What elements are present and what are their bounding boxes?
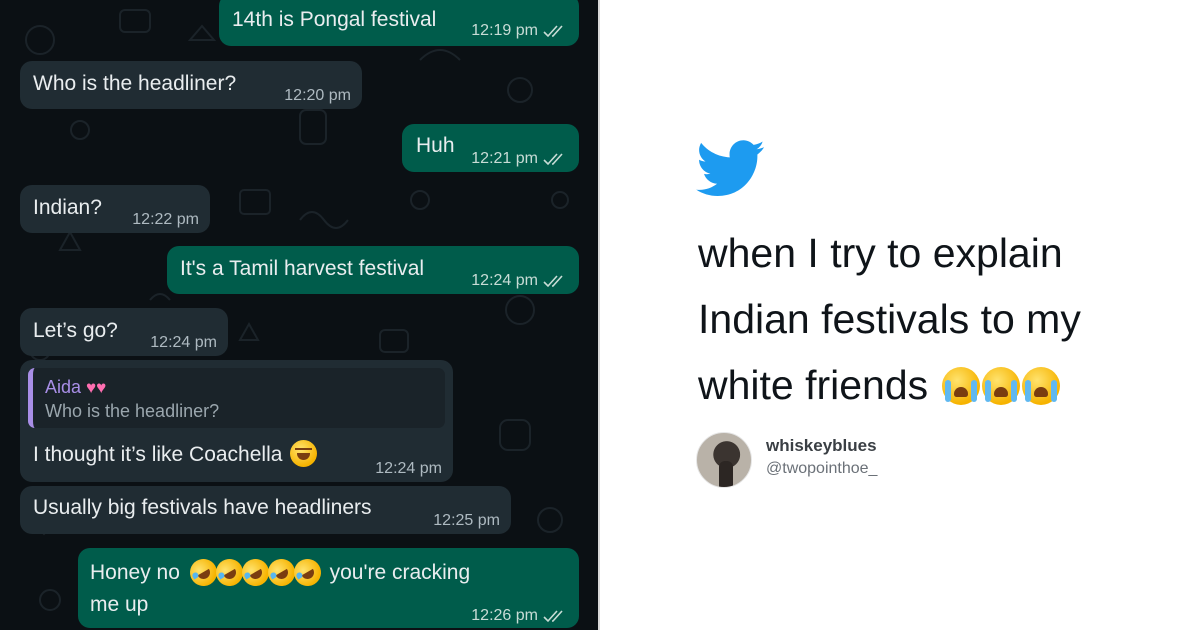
message-text: It's a Tamil harvest festival (180, 257, 425, 280)
message-time: 12:22 pm (132, 211, 199, 228)
message-outgoing[interactable]: It's a Tamil harvest festival 12:24 pm (167, 246, 579, 294)
laughing-tears-emoji-icon (290, 440, 318, 467)
message-text: Who is the headliner? (33, 72, 237, 95)
message-meta: 12:25 pm (433, 508, 500, 534)
message-outgoing[interactable]: 14th is Pongal festival 12:19 pm (219, 0, 579, 46)
message-incoming[interactable]: Who is the headliner? 12:20 pm (20, 61, 362, 109)
tweet-panel: when I try to explain Indian festivals t… (600, 0, 1200, 630)
message-time: 12:24 pm (471, 272, 538, 289)
message-text: Let’s go? (33, 319, 118, 342)
message-incoming[interactable]: Usually big festivals have headliners 12… (20, 486, 511, 534)
two-hearts-icon: ♥♥ (86, 378, 107, 397)
message-text: Indian? (33, 196, 102, 219)
quoted-sender: Aida ♥♥ (45, 377, 107, 397)
message-text-line-2: me up (90, 593, 149, 616)
message-outgoing[interactable]: Honey no you're cracking me up 12:26 pm (78, 548, 579, 628)
tweet-text-line: Indian festivals to my (698, 296, 1081, 342)
message-meta: 12:26 pm (471, 603, 567, 629)
tweet-text: when I try to explain Indian festivals t… (698, 220, 1168, 418)
message-time: 12:19 pm (471, 22, 538, 39)
message-meta: 12:24 pm (150, 330, 217, 356)
message-meta: 12:24 pm (471, 268, 567, 294)
message-meta: 12:22 pm (132, 207, 199, 233)
display-name[interactable]: whiskeyblues (766, 436, 877, 456)
user-handle[interactable]: @twopointhoe_ (766, 460, 877, 478)
rofl-emoji-icon (288, 554, 326, 591)
message-time: 12:24 pm (375, 460, 442, 477)
message-time: 12:24 pm (150, 334, 217, 351)
message-time: 12:26 pm (471, 607, 538, 624)
message-time: 12:20 pm (284, 87, 351, 104)
message-incoming-reply[interactable]: Aida ♥♥ Who is the headliner? I thought … (20, 360, 453, 482)
message-text: I thought it’s like Coachella (33, 440, 318, 468)
double-check-icon (543, 275, 563, 288)
message-text: Usually big festivals have headliners (33, 496, 372, 519)
double-check-icon (543, 153, 563, 166)
crying-face-emoji-icon (1021, 367, 1060, 405)
message-incoming[interactable]: Indian? 12:22 pm (20, 185, 210, 233)
double-check-icon (543, 610, 563, 623)
rofl-emoji-icon (184, 554, 326, 591)
chat-panel: 14th is Pongal festival 12:19 pm Who is … (0, 0, 598, 630)
quoted-text: Who is the headliner? (45, 401, 220, 421)
message-time: 12:21 pm (471, 150, 538, 167)
message-text: Honey no you're cracking (90, 554, 470, 591)
message-incoming[interactable]: Let’s go? 12:24 pm (20, 308, 228, 356)
message-meta: 12:24 pm (375, 456, 442, 482)
message-meta: 12:20 pm (284, 83, 351, 109)
message-meta: 12:19 pm (471, 18, 567, 44)
message-text: Huh (416, 134, 455, 157)
crying-face-emoji-icon (941, 367, 980, 405)
tweet-text-line: when I try to explain (698, 230, 1063, 276)
twitter-bird-icon (696, 140, 765, 196)
avatar[interactable] (696, 432, 752, 488)
double-check-icon (543, 25, 563, 38)
message-text: 14th is Pongal festival (232, 8, 437, 31)
crying-face-emoji-icon (981, 367, 1020, 405)
tweet-text-line: white friends (698, 352, 1168, 418)
message-outgoing[interactable]: Huh 12:21 pm (402, 124, 579, 172)
quoted-message[interactable]: Aida ♥♥ Who is the headliner? (28, 368, 445, 428)
message-meta: 12:21 pm (471, 146, 567, 172)
message-time: 12:25 pm (433, 512, 500, 529)
